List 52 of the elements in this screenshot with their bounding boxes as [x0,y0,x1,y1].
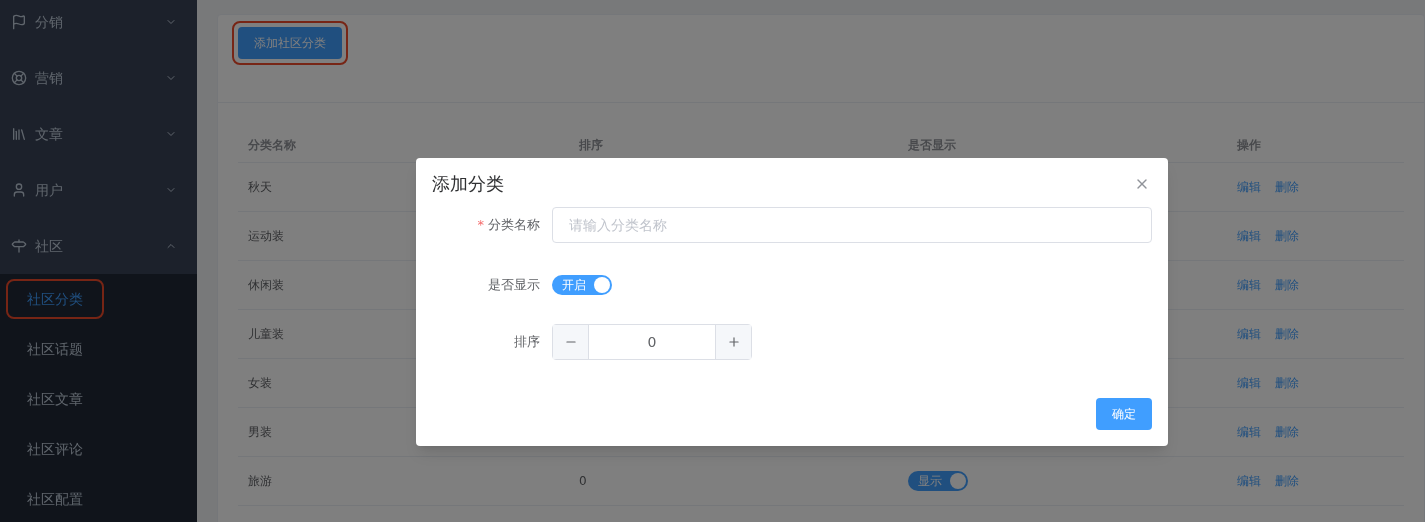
field-label: 是否显示 [488,277,540,293]
toggle-switch[interactable]: 开启 [552,275,612,295]
submenu-item[interactable]: 社区文章 [8,381,102,417]
signpost-icon [11,238,27,254]
submenu-item[interactable]: 社区分类 [8,281,102,317]
menu-item[interactable]: 文章 [0,106,197,162]
action-link[interactable]: 编辑 [1237,326,1261,342]
action-link[interactable]: 删除 [1275,375,1299,391]
action-link[interactable]: 编辑 [1237,277,1261,293]
add-category-button[interactable]: 添加社区分类 [238,27,342,59]
action-link[interactable]: 编辑 [1237,228,1261,244]
action-link[interactable]: 编辑 [1237,375,1261,391]
menu-item[interactable]: 用户 [0,162,197,218]
menu-item[interactable]: 社区 [0,218,197,274]
increment-button[interactable] [715,325,751,359]
books-icon [11,126,27,142]
toggle-switch[interactable]: 显示 [908,471,968,491]
table-cell: 男装 [248,425,272,439]
field-label: 分类名称 [488,217,540,233]
table-cell: 旅游 [248,474,272,488]
field-label: 排序 [514,334,540,350]
submenu-item[interactable]: 社区配置 [8,481,102,517]
action-link[interactable]: 删除 [1275,326,1299,342]
menu-item[interactable]: 分销 [0,0,197,50]
submenu-item[interactable]: 社区评论 [8,431,102,467]
table-cell: 女装 [248,376,272,390]
submenu-item[interactable]: 社区话题 [8,331,102,367]
table-cell: 儿童装 [248,327,284,341]
action-link[interactable]: 编辑 [1237,473,1261,489]
dialog-title: 添加分类 [432,172,504,196]
category-name-input[interactable]: 请输入分类名称 [552,207,1152,243]
number-value: 0 [646,333,658,352]
decrement-button[interactable] [553,325,589,359]
table-cell: 休闲装 [248,278,284,292]
confirm-button[interactable]: 确定 [1096,398,1152,430]
menu-item[interactable]: 营销 [0,50,197,106]
action-link[interactable]: 删除 [1275,473,1299,489]
action-link[interactable]: 删除 [1275,179,1299,195]
action-link[interactable]: 删除 [1275,424,1299,440]
required-mark: * [477,217,484,233]
lifebuoy-icon [11,70,27,86]
action-link[interactable]: 编辑 [1237,179,1261,195]
user-icon [11,182,27,198]
action-link[interactable]: 编辑 [1237,424,1261,440]
flag-icon [11,14,27,30]
number-stepper[interactable]: 0 [552,324,752,360]
table-cell: 秋天 [248,180,272,194]
table-cell: 0 [579,474,587,488]
action-link[interactable]: 删除 [1275,277,1299,293]
action-link[interactable]: 删除 [1275,228,1299,244]
table-cell: 运动装 [248,229,284,243]
plus-icon [726,335,741,349]
